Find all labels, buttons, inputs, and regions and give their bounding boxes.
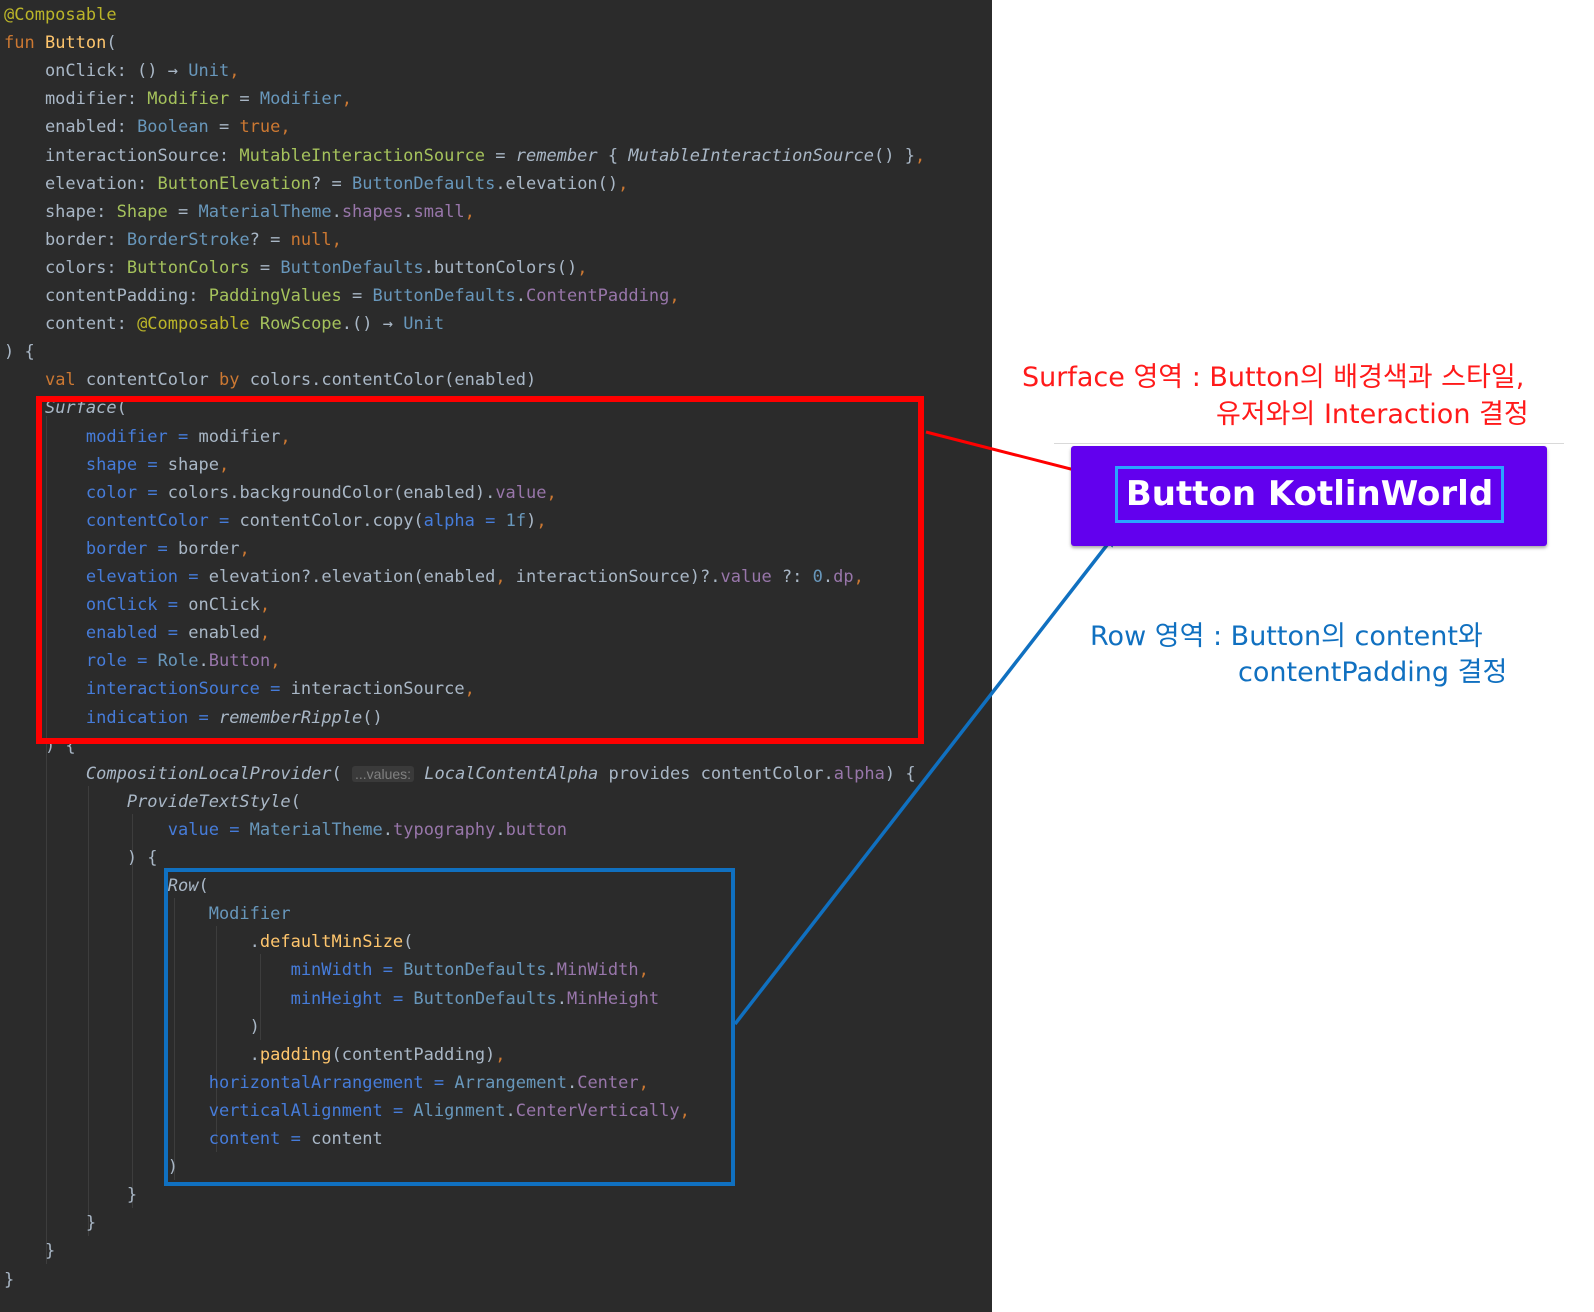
preview-button-label: Button KotlinWorld (1125, 474, 1494, 514)
row-annotation-line-2: contentPadding 결정 (1238, 657, 1508, 688)
surface-annotation-line-1: Surface 영역 : Button의 배경색과 스타일, (1022, 362, 1525, 393)
surface-annotation-line-2: 유저와의 Interaction 결정 (1216, 399, 1529, 430)
row-annotation-line-1: Row 영역 : Button의 content와 (1090, 621, 1483, 652)
row-arrow (733, 534, 1116, 1026)
preview-divider (1054, 443, 1564, 444)
